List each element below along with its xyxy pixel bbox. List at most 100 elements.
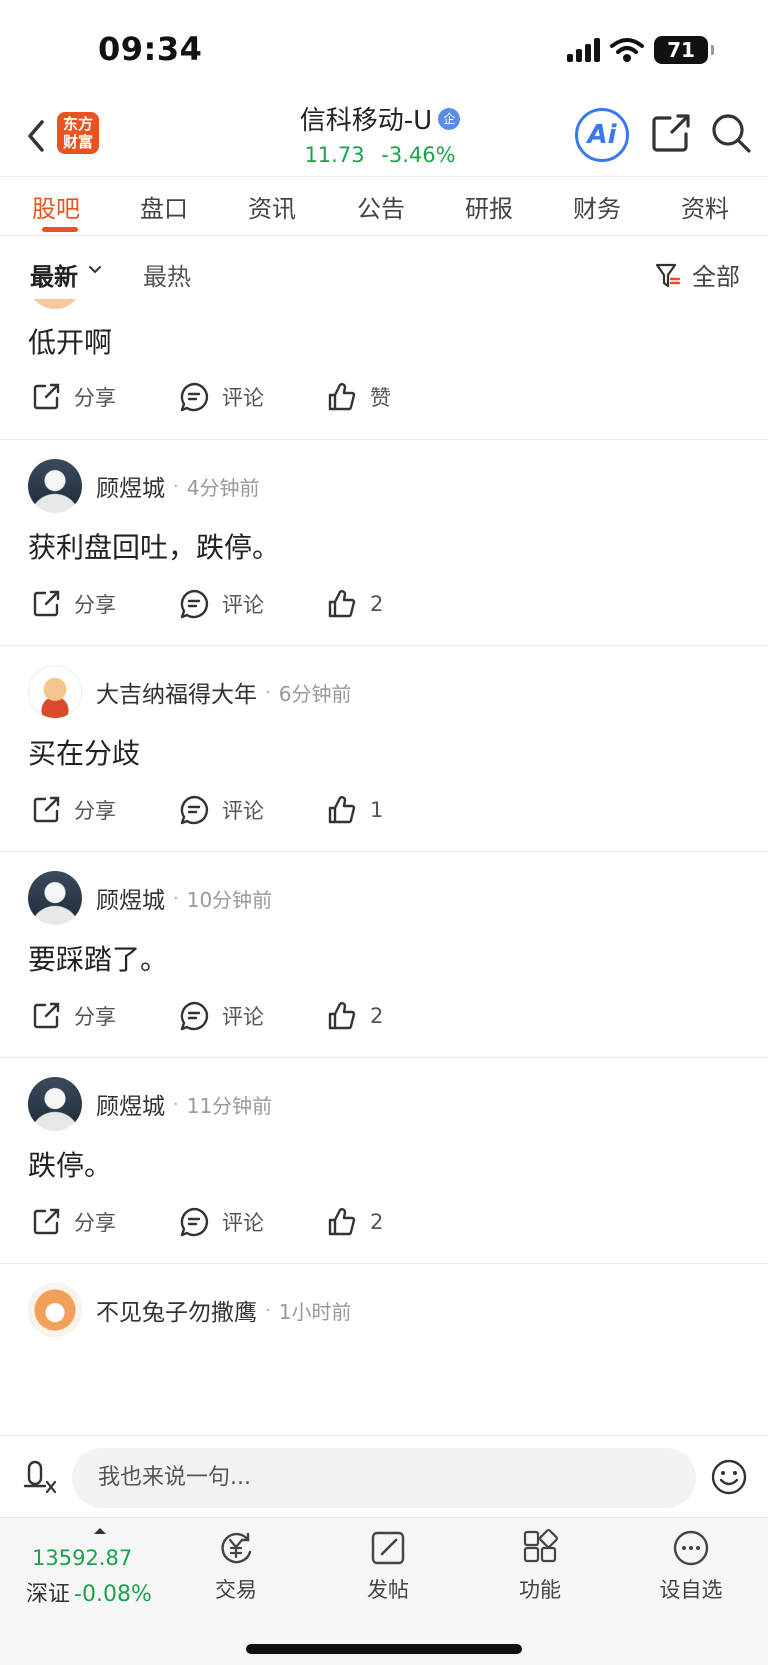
share-button[interactable]: 分享 xyxy=(30,588,116,620)
post-time: 1小时前 xyxy=(278,1299,352,1324)
author-name[interactable]: 顾煜城 xyxy=(96,1087,165,1121)
post-item[interactable]: 低开啊 分享 评论 赞 xyxy=(0,299,768,440)
like-button[interactable]: 1 xyxy=(326,794,383,826)
thumbs-up-icon xyxy=(328,383,356,411)
share-label: 分享 xyxy=(74,1211,116,1235)
share-button[interactable]: 分享 xyxy=(30,794,116,826)
stock-price: 11.73 xyxy=(304,143,365,167)
comment-icon xyxy=(180,1001,209,1031)
filter-all-button[interactable]: 全部 xyxy=(654,257,740,292)
post-item[interactable]: 大吉纳福得大年 · 6分钟前 买在分歧 分享 评论 1 xyxy=(0,646,768,852)
grid-icon xyxy=(523,1529,558,1563)
share-label: 分享 xyxy=(74,386,116,410)
author-name[interactable]: 顾煜城 xyxy=(96,881,165,915)
avatar[interactable] xyxy=(28,1283,82,1337)
home-indicator xyxy=(246,1644,522,1654)
tab-guba[interactable]: 股吧 xyxy=(32,189,80,224)
filter-icon xyxy=(655,263,681,287)
like-count: 1 xyxy=(370,798,384,822)
ai-button[interactable]: Ai xyxy=(575,108,629,162)
post-actions: 分享 评论 2 xyxy=(30,588,730,628)
caret-up-icon xyxy=(94,1528,106,1534)
stock-change: -3.46% xyxy=(381,143,456,167)
post-text: 获利盘回吐，跌停。 xyxy=(28,531,281,564)
nav-functions[interactable]: 功能 xyxy=(495,1528,585,1604)
post-time: 10分钟前 xyxy=(186,887,273,912)
tab-pankou[interactable]: 盘口 xyxy=(140,189,188,224)
share-button[interactable]: 分享 xyxy=(30,1206,116,1238)
status-icons: 71 xyxy=(567,36,714,64)
avatar[interactable] xyxy=(28,1077,82,1131)
status-bar: 09:34 71 xyxy=(0,0,768,100)
nav-add-watchlist[interactable]: 设自选 xyxy=(646,1528,736,1604)
share-button[interactable]: 分享 xyxy=(30,1000,116,1032)
comment-icon xyxy=(180,795,209,825)
avatar[interactable] xyxy=(28,459,82,513)
status-time: 09:34 xyxy=(98,30,203,68)
comment-label: 评论 xyxy=(222,1211,264,1235)
comment-button[interactable]: 评论 xyxy=(178,1000,264,1032)
comment-icon xyxy=(180,1207,209,1237)
cellular-signal-icon xyxy=(567,38,600,62)
thumbs-up-icon xyxy=(328,1208,356,1236)
like-count: 2 xyxy=(370,1004,384,1028)
tab-profile[interactable]: 资料 xyxy=(681,189,729,224)
back-arrow-icon[interactable] xyxy=(20,114,54,158)
more-icon xyxy=(673,1530,709,1566)
tab-finance[interactable]: 财务 xyxy=(573,189,621,224)
tab-research[interactable]: 研报 xyxy=(465,189,513,224)
share-icon xyxy=(33,1208,60,1235)
avatar[interactable] xyxy=(28,871,82,925)
avatar xyxy=(28,299,82,309)
post-text: 跌停。 xyxy=(28,1149,113,1182)
author-name[interactable]: 大吉纳福得大年 xyxy=(96,675,257,709)
enterprise-badge-icon: 企 xyxy=(438,107,461,130)
post-feed: 低开啊 分享 评论 赞 顾煜城 · 4分钟前 获利盘回吐，跌停。 分享 评论 2… xyxy=(0,299,768,1435)
post-item[interactable]: 顾煜城 · 10分钟前 要踩踏了。 分享 评论 2 xyxy=(0,852,768,1058)
post-actions: 分享 评论 2 xyxy=(30,1000,730,1040)
avatar[interactable] xyxy=(28,665,82,719)
nav-label: 发帖 xyxy=(367,1578,409,1602)
like-button[interactable]: 2 xyxy=(326,1000,383,1032)
post-time: 6分钟前 xyxy=(278,681,352,706)
filter-all-label: 全部 xyxy=(692,263,740,291)
post-item[interactable]: 顾煜城 · 4分钟前 获利盘回吐，跌停。 分享 评论 2 xyxy=(0,440,768,646)
comment-label: 评论 xyxy=(222,386,264,410)
comment-input[interactable]: 我也来说一句... xyxy=(72,1448,696,1508)
like-button[interactable]: 2 xyxy=(326,588,383,620)
sort-latest-button[interactable]: 最新 xyxy=(30,257,78,292)
tab-announcements[interactable]: 公告 xyxy=(357,189,405,224)
comment-bar: 我也来说一句... xyxy=(0,1435,768,1517)
share-icon[interactable] xyxy=(648,110,694,156)
search-icon[interactable] xyxy=(708,110,754,156)
emoji-icon[interactable] xyxy=(710,1458,748,1496)
comment-button[interactable]: 评论 xyxy=(178,794,264,826)
author-name[interactable]: 不见兔子勿撒鹰 xyxy=(96,1293,257,1327)
like-button[interactable]: 赞 xyxy=(326,381,391,413)
author-name[interactable]: 顾煜城 xyxy=(96,469,165,503)
tab-news[interactable]: 资讯 xyxy=(248,189,296,224)
post-header: 顾煜城 · 11分钟前 xyxy=(28,1076,272,1132)
index-change: -0.08% xyxy=(74,1582,152,1607)
post-header: 不见兔子勿撒鹰 · 1小时前 xyxy=(28,1282,351,1338)
post-item[interactable]: 顾煜城 · 11分钟前 跌停。 分享 评论 2 xyxy=(0,1058,768,1264)
share-icon xyxy=(33,796,60,823)
voice-input-icon[interactable] xyxy=(22,1458,62,1498)
like-button[interactable]: 2 xyxy=(326,1206,383,1238)
post-item[interactable]: 不见兔子勿撒鹰 · 1小时前 xyxy=(0,1264,768,1435)
share-button[interactable]: 分享 xyxy=(30,381,116,413)
stock-header: 东方 财富 信科移动-U 企 11.73 -3.46% Ai xyxy=(0,100,768,176)
thumbs-up-icon xyxy=(328,1002,356,1030)
section-tabs: 股吧 盘口 资讯 公告 研报 财务 资料 xyxy=(0,176,768,236)
eastmoney-logo[interactable]: 东方 财富 xyxy=(57,112,99,154)
comment-button[interactable]: 评论 xyxy=(178,381,264,413)
like-count: 赞 xyxy=(370,386,391,410)
nav-trade[interactable]: 交易 xyxy=(191,1528,281,1604)
post-header: 顾煜城 · 4分钟前 xyxy=(28,458,259,514)
nav-post[interactable]: 发帖 xyxy=(343,1528,433,1604)
bottom-nav: 13592.87 深证 -0.08% 交易 发帖 功能 设自选 xyxy=(0,1517,768,1665)
battery-icon: 71 xyxy=(654,36,714,64)
sort-hot-button[interactable]: 最热 xyxy=(143,257,191,292)
comment-button[interactable]: 评论 xyxy=(178,588,264,620)
comment-button[interactable]: 评论 xyxy=(178,1206,264,1238)
